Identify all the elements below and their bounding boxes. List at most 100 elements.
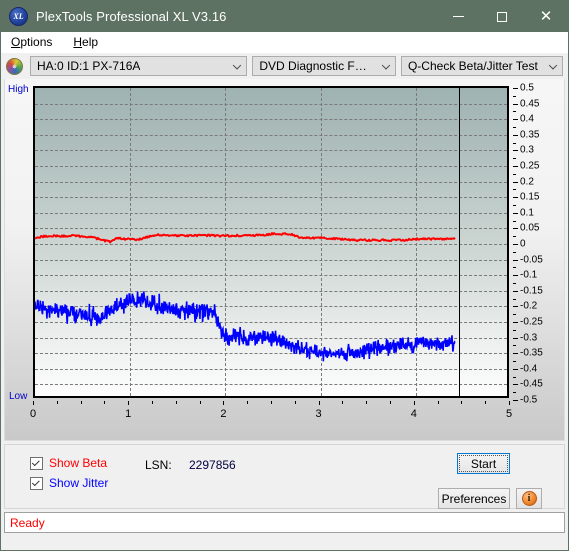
x-axis-tick (318, 401, 320, 405)
lsn-label: LSN: (145, 458, 172, 472)
y-axis-minor-tick (513, 267, 516, 269)
y-axis-tick-label: 0.15 (520, 191, 540, 203)
menu-item-options[interactable]: Options (9, 34, 61, 50)
y-axis-tick (513, 212, 518, 214)
x-axis-minor-tick (199, 401, 201, 404)
y-axis-tick-label: 0.4 (520, 113, 534, 125)
chart-plot-area[interactable] (33, 86, 509, 398)
y-axis-tick-label: 0.5 (520, 82, 534, 94)
lsn-value: 2297856 (189, 458, 236, 472)
window-controls: ✕ (436, 1, 568, 32)
function-select-value: DVD Diagnostic Functions (259, 59, 373, 73)
controls-panel: Show Beta Show Jitter LSN: 2297856 Start… (4, 444, 565, 509)
y-axis-tick-label: 0.1 (520, 207, 534, 219)
show-jitter-label: Show Jitter (49, 476, 109, 490)
test-select[interactable]: Q-Check Beta/Jitter Test (400, 56, 563, 76)
jitter-trace (35, 291, 456, 362)
y-axis-minor-tick (513, 345, 516, 347)
x-axis-minor-tick (56, 401, 58, 404)
y-axis-minor-tick (513, 283, 516, 284)
show-jitter-checkbox-row[interactable]: Show Jitter (30, 476, 108, 490)
y-axis-tick-label: -0.1 (520, 269, 538, 281)
info-icon: i (521, 491, 537, 506)
x-axis-tick-label: 0 (29, 408, 37, 420)
x-axis-minor-tick (366, 401, 368, 404)
y-axis-tick (513, 337, 518, 339)
y-axis-tick-label: 0.45 (520, 98, 540, 110)
y-axis-minor-tick (513, 205, 516, 206)
y-axis-tick (513, 134, 518, 136)
preferences-button[interactable]: Preferences (438, 488, 510, 509)
y-axis-tick (513, 244, 518, 245)
y-axis-tick (513, 103, 518, 105)
x-axis-minor-tick (294, 401, 296, 404)
y-axis-tick-label: -0.3 (520, 332, 538, 344)
y-axis-tick-label: 0.2 (520, 176, 534, 188)
y-axis-tick-label: 0.35 (520, 129, 540, 141)
status-bar-wrap: Ready (4, 512, 565, 547)
y-axis-minor-tick (513, 376, 516, 378)
status-bar: Ready (4, 512, 565, 533)
window-title: PlexTools Professional XL V3.16 (36, 9, 227, 24)
x-axis-labels: 0 1 2 3 4 5 (29, 401, 513, 423)
x-axis-tick-label: 3 (315, 408, 322, 420)
y-axis-tick (513, 150, 518, 152)
chart-traces (35, 232, 456, 362)
y-axis-tick (513, 306, 518, 308)
close-button[interactable]: ✕ (524, 1, 568, 32)
start-button[interactable]: Start (457, 453, 510, 474)
y-axis-minor-tick (513, 298, 516, 300)
beta-trace (35, 232, 456, 244)
y-axis-tick-label: -0.45 (520, 378, 543, 390)
x-axis-minor-tick (104, 401, 106, 404)
y-axis-tick (513, 384, 518, 386)
drive-select[interactable]: HA:0 ID:1 PX-716A (30, 56, 248, 76)
y-axis-tick (513, 353, 518, 355)
chevron-down-icon (381, 61, 391, 70)
menu-item-help[interactable]: Help (71, 34, 107, 50)
y-axis-tick (513, 368, 518, 370)
show-beta-checkbox[interactable] (30, 456, 43, 470)
y-axis-tick-label: 0.3 (520, 144, 534, 156)
y-axis-tick (513, 119, 518, 121)
toolbar: HA:0 ID:1 PX-716A DVD Diagnostic Functio… (1, 53, 568, 79)
x-axis-minor-tick (485, 401, 487, 404)
chevron-down-icon (548, 61, 558, 70)
drive-select-value: HA:0 ID:1 PX-716A (37, 59, 141, 73)
function-select[interactable]: DVD Diagnostic Functions (252, 56, 396, 76)
optical-disc-icon (6, 57, 23, 75)
y-axis-minor-tick (513, 236, 516, 238)
status-text: Ready (10, 515, 45, 530)
minimize-button[interactable] (436, 1, 480, 32)
show-jitter-checkbox[interactable] (30, 476, 43, 490)
y-axis-tick (513, 290, 518, 292)
x-axis-tick-label: 2 (220, 408, 227, 420)
x-axis-tick-label: 1 (125, 408, 132, 420)
y-axis-minor-tick (513, 158, 516, 160)
y-axis-tick-label: -0.05 (520, 254, 543, 266)
minimize-icon (452, 16, 464, 17)
x-axis-minor-tick (80, 401, 82, 404)
y-axis-tick-label: -0.35 (520, 347, 543, 359)
chevron-down-icon (233, 61, 242, 70)
menu-bar: Options Help (1, 32, 568, 53)
y-axis-tick-label: -0.15 (520, 285, 543, 297)
y-axis-minor-tick (513, 251, 516, 253)
close-icon: ✕ (539, 8, 553, 25)
x-axis-minor-tick (390, 401, 391, 404)
maximize-button[interactable] (480, 1, 524, 32)
show-beta-checkbox-row[interactable]: Show Beta (30, 456, 107, 470)
y-axis-minor-tick (513, 314, 516, 316)
y-axis-tick (513, 181, 518, 183)
x-axis-minor-tick (461, 401, 463, 404)
y-axis-tick (513, 259, 518, 261)
x-axis-minor-tick (247, 401, 249, 404)
x-axis-minor-tick (342, 401, 344, 404)
x-axis-tick-label: 5 (505, 408, 513, 420)
axis-label-high: High (8, 84, 29, 95)
x-axis-tick-label: 4 (410, 408, 417, 420)
y-axis-tick-label: 0 (520, 238, 526, 250)
info-button[interactable]: i (516, 488, 542, 509)
maximize-icon (497, 11, 507, 22)
menu-item-options-label: ptions (20, 35, 53, 49)
